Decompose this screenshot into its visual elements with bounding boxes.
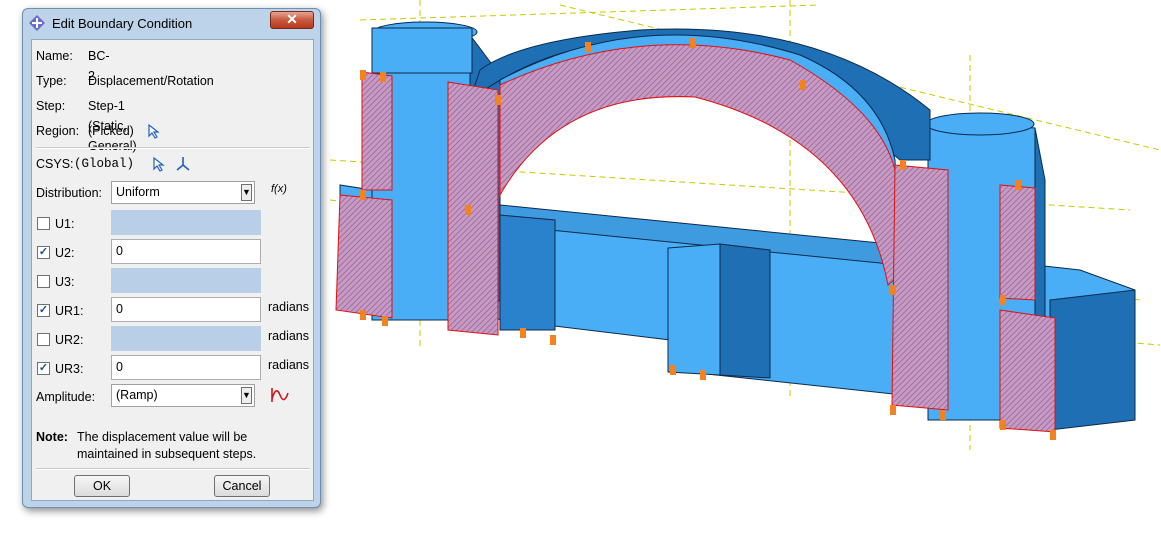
amplitude-label: Amplitude:: [36, 390, 96, 404]
cancel-button[interactable]: Cancel: [214, 475, 270, 497]
amplitude-select[interactable]: (Ramp) ▼: [111, 384, 255, 407]
distribution-value: Uniform: [116, 185, 160, 199]
ur1-unit: radians: [268, 300, 309, 314]
u2-checkbox[interactable]: ✓: [37, 246, 50, 259]
ur2-unit: radians: [268, 329, 309, 343]
region-row: Region: (Picked): [32, 121, 312, 141]
ur2-checkbox[interactable]: [37, 333, 50, 346]
distribution-select[interactable]: Uniform ▼: [111, 181, 255, 204]
name-label: Name:: [36, 49, 73, 63]
u2-input[interactable]: 0: [111, 239, 261, 264]
ok-button[interactable]: OK: [74, 475, 130, 497]
create-csys-icon[interactable]: [175, 156, 191, 172]
create-amplitude-icon[interactable]: [270, 385, 290, 405]
close-button[interactable]: ✕: [270, 11, 314, 29]
u3-checkbox[interactable]: [37, 275, 50, 288]
abaqus-app-icon: [29, 15, 45, 31]
region-label: Region:: [36, 124, 80, 138]
amplitude-value: (Ramp): [116, 388, 158, 402]
dialog-content: Name: BC-2 Type: Displacement/Rotation S…: [31, 39, 314, 501]
ur1-input[interactable]: 0: [111, 297, 261, 322]
u2-label: U2:: [55, 246, 75, 260]
ur3-input[interactable]: 0: [111, 355, 261, 380]
bridge-model: [335, 21, 1136, 433]
ur2-label: UR2:: [55, 333, 84, 347]
close-icon: ✕: [286, 11, 298, 27]
note-label: Note:: [36, 430, 68, 444]
edit-boundary-condition-dialog: Edit Boundary Condition ✕ Name: BC-2 Typ…: [22, 8, 321, 508]
title-bar[interactable]: Edit Boundary Condition ✕: [23, 9, 320, 37]
dialog-title: Edit Boundary Condition: [52, 16, 193, 31]
type-value: Displacement/Rotation: [88, 74, 214, 88]
ur1-label: UR1:: [55, 304, 84, 318]
note-line-2: maintained in subsequent steps.: [77, 447, 257, 461]
note-line-1: The displacement value will be: [77, 430, 248, 444]
select-csys-arrow-icon[interactable]: [152, 157, 166, 172]
u3-label: U3:: [55, 275, 75, 289]
step-label: Step:: [36, 99, 66, 113]
ur3-checkbox[interactable]: ✓: [37, 362, 50, 375]
u1-label: U1:: [55, 217, 75, 231]
csys-row: CSYS: (Global): [32, 154, 312, 174]
chevron-down-icon: ▼: [241, 184, 252, 201]
amplitude-row: Amplitude:: [32, 387, 112, 407]
csys-value: (Global): [74, 157, 135, 171]
ur1-checkbox[interactable]: ✓: [37, 304, 50, 317]
u1-input[interactable]: [111, 210, 261, 235]
ur2-input[interactable]: [111, 326, 261, 351]
region-value: (Picked): [88, 124, 134, 138]
chevron-down-icon: ▼: [241, 387, 252, 404]
ur3-label: UR3:: [55, 362, 84, 376]
fx-button[interactable]: f(x): [271, 183, 287, 195]
u1-checkbox[interactable]: [37, 217, 50, 230]
separator: [36, 468, 310, 470]
ur3-unit: radians: [268, 358, 309, 372]
csys-label: CSYS:: [36, 157, 74, 171]
u3-input[interactable]: [111, 268, 261, 293]
type-label: Type:: [36, 74, 67, 88]
distribution-label: Distribution:: [36, 186, 102, 200]
select-region-arrow-icon[interactable]: [147, 124, 161, 139]
separator: [36, 147, 310, 149]
